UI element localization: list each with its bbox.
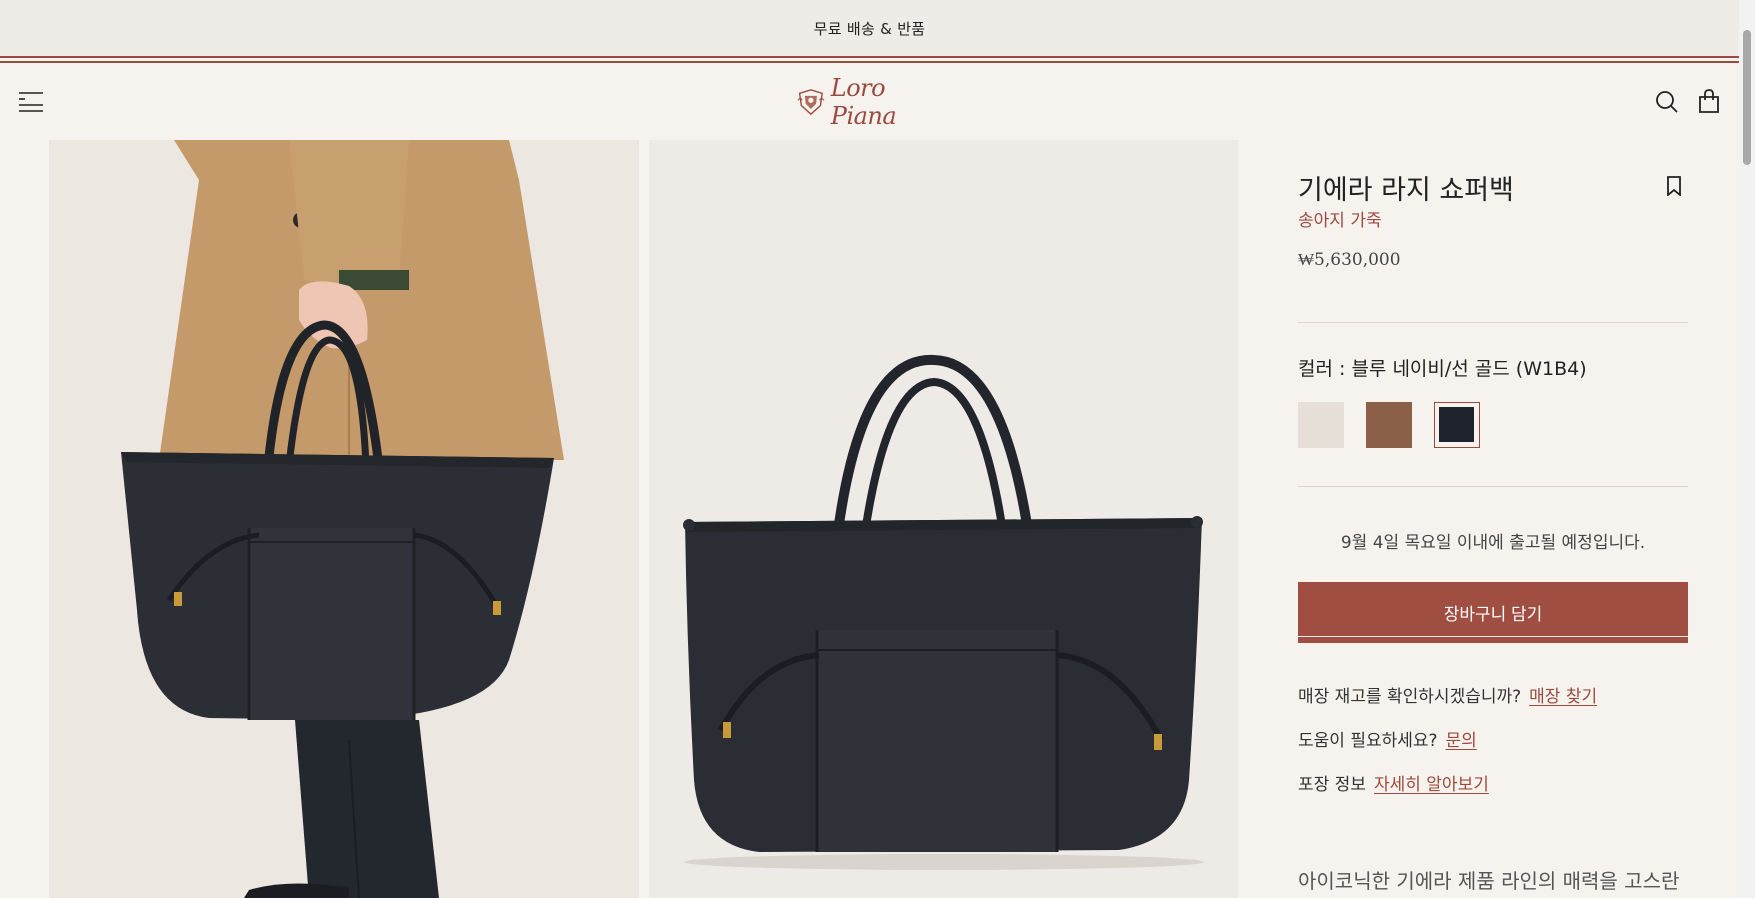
find-store-link[interactable]: 매장 찾기 <box>1529 687 1597 707</box>
shipping-estimate: 9월 4일 목요일 이내에 출고될 예정입니다. <box>1340 533 1646 553</box>
store-question: 매장 재고를 확인하시겠습니까? <box>1298 687 1522 707</box>
add-to-cart-label: 장바구니 담기 <box>1443 605 1543 624</box>
divider <box>1298 486 1688 487</box>
store-stock-row: 매장 재고를 확인하시겠습니까? 매장 찾기 <box>1298 682 1597 707</box>
promo-bar: 무료 배송 & 반품 <box>0 0 1739 56</box>
scrollbar-thumb[interactable] <box>1743 30 1751 165</box>
product-description: 아이코닉한 기에라 제품 라인의 매력을 고스란 <box>1298 869 1680 893</box>
site-header: Loro Piana <box>0 66 1739 140</box>
crest-icon <box>797 89 825 116</box>
hamburger-menu-icon[interactable] <box>18 90 44 114</box>
page-scrollbar[interactable] <box>1739 0 1755 898</box>
color-swatch-brown[interactable] <box>1366 402 1412 448</box>
color-swatch-cream[interactable] <box>1298 402 1344 448</box>
help-row: 도움이 필요하세요? 문의 <box>1298 726 1477 751</box>
product-price: ₩5,630,000 <box>1298 250 1401 270</box>
packaging-row: 포장 정보 자세히 알아보기 <box>1298 770 1489 795</box>
contact-link[interactable]: 문의 <box>1446 731 1477 751</box>
help-question: 도움이 필요하세요? <box>1298 731 1438 751</box>
add-to-cart-button[interactable]: 장바구니 담기 <box>1298 582 1688 643</box>
promo-text: 무료 배송 & 반품 <box>813 19 926 38</box>
divider <box>1298 322 1688 323</box>
color-swatch-navy[interactable] <box>1434 402 1480 448</box>
product-info-panel: 기에라 라지 쇼퍼백 송아지 가죽 ₩5,630,000 컬러 : 블루 네이비… <box>1298 140 1688 898</box>
search-icon[interactable] <box>1655 90 1679 114</box>
logo-wordmark: Loro Piana <box>830 74 897 130</box>
brand-logo[interactable]: Loro Piana <box>797 74 941 130</box>
product-image-packshot[interactable] <box>649 140 1238 898</box>
bookmark-icon[interactable] <box>1666 176 1682 197</box>
product-title: 기에라 라지 쇼퍼백 <box>1298 175 1514 206</box>
product-image-model[interactable] <box>49 140 639 898</box>
packaging-question: 포장 정보 <box>1298 775 1366 795</box>
product-material: 송아지 가죽 <box>1298 211 1382 231</box>
shopping-bag-icon[interactable] <box>1697 88 1721 114</box>
learn-more-link[interactable]: 자세히 알아보기 <box>1374 775 1489 795</box>
promo-divider <box>0 56 1739 66</box>
color-label: 컬러 : 블루 네이비/선 골드 (W1B4) <box>1298 358 1587 380</box>
